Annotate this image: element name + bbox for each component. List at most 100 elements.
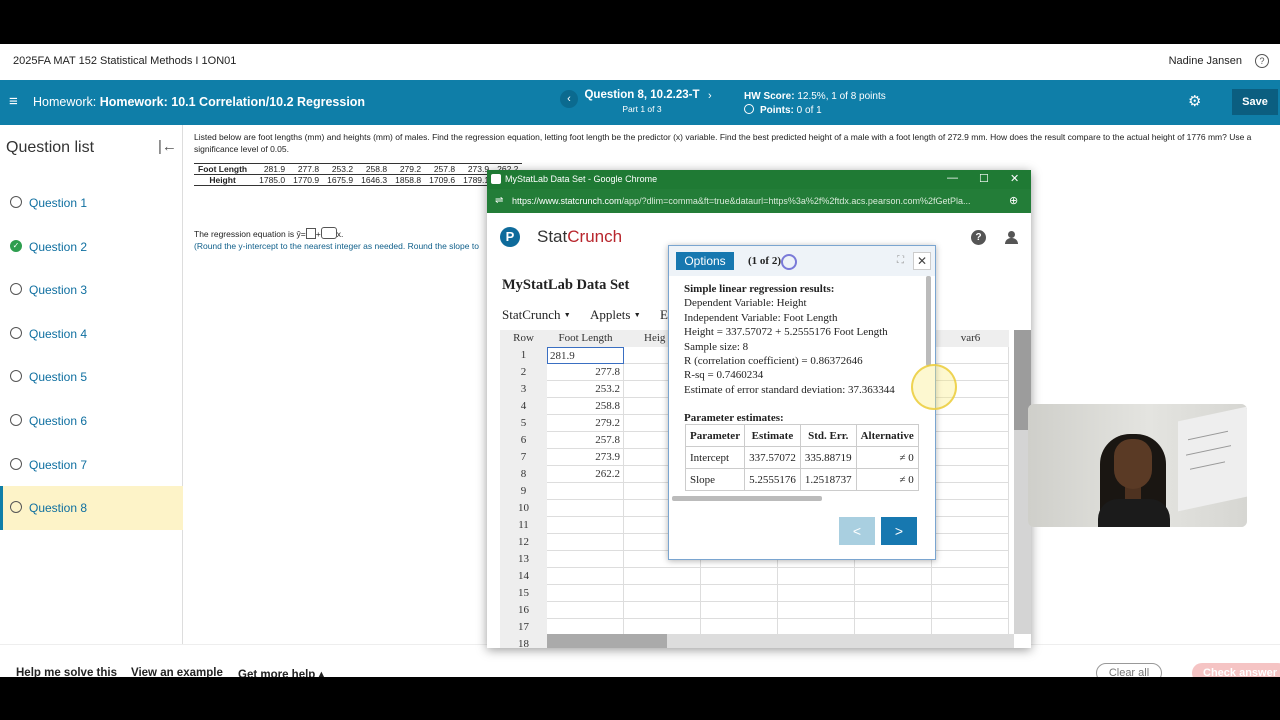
- user-icon[interactable]: [1004, 231, 1018, 245]
- row-header[interactable]: 13: [500, 551, 547, 568]
- grid-cell[interactable]: [624, 602, 701, 619]
- row-header[interactable]: 18: [500, 636, 547, 648]
- gear-icon[interactable]: ⚙: [1188, 92, 1201, 110]
- grid-cell[interactable]: 262.2: [547, 466, 624, 483]
- row-header[interactable]: 8: [500, 466, 547, 483]
- grid-cell[interactable]: [547, 500, 624, 517]
- grid-cell[interactable]: [932, 466, 1009, 483]
- sidebar-item-question-2[interactable]: ✓ Question 2: [0, 225, 183, 269]
- grid-cell[interactable]: [932, 449, 1009, 466]
- window-titlebar[interactable]: MyStatLab Data Set - Google Chrome — ☐ ✕: [487, 170, 1031, 189]
- dialog-horizontal-scrollbar[interactable]: [672, 496, 822, 501]
- grid-cell[interactable]: [932, 500, 1009, 517]
- grid-cell[interactable]: [701, 585, 778, 602]
- grid-cell[interactable]: [547, 551, 624, 568]
- address-bar[interactable]: ⇌ https://www.statcrunch.com/app/?dlim=c…: [487, 189, 1031, 213]
- slope-answer-box[interactable]: [320, 227, 337, 239]
- sidebar-item-question-3[interactable]: Question 3: [0, 268, 183, 312]
- zoom-icon[interactable]: ⊕: [1009, 194, 1018, 207]
- row-header[interactable]: 6: [500, 432, 547, 449]
- grid-cell[interactable]: [932, 432, 1009, 449]
- get-more-help-link[interactable]: Get more help ▴: [238, 667, 324, 677]
- next-page-button[interactable]: >: [881, 517, 917, 545]
- row-header[interactable]: 12: [500, 534, 547, 551]
- grid-cell[interactable]: [547, 483, 624, 500]
- grid-cell[interactable]: [932, 551, 1009, 568]
- sidebar-item-question-4[interactable]: Question 4: [0, 312, 183, 356]
- sidebar-item-question-5[interactable]: Question 5: [0, 355, 183, 399]
- grid-cell[interactable]: [932, 602, 1009, 619]
- grid-cell[interactable]: [932, 517, 1009, 534]
- row-header[interactable]: 5: [500, 415, 547, 432]
- user-name[interactable]: Nadine Jansen: [1169, 55, 1242, 67]
- help-icon[interactable]: ?: [971, 230, 986, 245]
- grid-horizontal-scrollbar[interactable]: [547, 634, 1014, 648]
- row-header[interactable]: 10: [500, 500, 547, 517]
- grid-cell[interactable]: [855, 568, 932, 585]
- close-dialog-icon[interactable]: ✕: [913, 252, 931, 270]
- grid-cell[interactable]: [932, 585, 1009, 602]
- grid-cell[interactable]: [547, 534, 624, 551]
- menu-icon[interactable]: ≡: [9, 93, 18, 110]
- sidebar-item-question-8[interactable]: Question 8: [0, 486, 183, 531]
- row-header[interactable]: 15: [500, 585, 547, 602]
- next-question-button[interactable]: ›: [708, 90, 712, 102]
- grid-cell[interactable]: 279.2: [547, 415, 624, 432]
- options-button[interactable]: Options: [676, 252, 734, 270]
- grid-cell[interactable]: 277.8: [547, 364, 624, 381]
- grid-cell[interactable]: [624, 585, 701, 602]
- row-header[interactable]: 17: [500, 619, 547, 636]
- grid-cell[interactable]: [624, 568, 701, 585]
- column-header[interactable]: Foot Length: [547, 330, 624, 347]
- grid-cell[interactable]: [778, 602, 855, 619]
- previous-page-button[interactable]: <: [839, 517, 875, 545]
- grid-cell[interactable]: [932, 483, 1009, 500]
- row-header[interactable]: 16: [500, 602, 547, 619]
- sidebar-item-question-6[interactable]: Question 6: [0, 399, 183, 443]
- menu-statcrunch[interactable]: StatCrunch ▼: [502, 307, 571, 323]
- grid-cell[interactable]: [932, 415, 1009, 432]
- sidebar-item-question-1[interactable]: Question 1: [0, 181, 183, 225]
- intercept-answer-box[interactable]: [305, 228, 316, 239]
- row-header[interactable]: 11: [500, 517, 547, 534]
- help-me-solve-link[interactable]: Help me solve this: [16, 667, 117, 677]
- collapse-panel-icon[interactable]: |←: [158, 138, 177, 155]
- sidebar-item-question-7[interactable]: Question 7: [0, 443, 183, 487]
- save-button[interactable]: Save: [1232, 89, 1278, 115]
- grid-cell[interactable]: [701, 602, 778, 619]
- grid-cell[interactable]: [932, 534, 1009, 551]
- grid-cell[interactable]: [547, 517, 624, 534]
- grid-cell[interactable]: 281.9: [547, 347, 624, 364]
- previous-question-button[interactable]: ‹: [560, 90, 578, 108]
- grid-cell[interactable]: [855, 585, 932, 602]
- maximize-icon[interactable]: ☐: [979, 172, 989, 185]
- grid-cell[interactable]: [778, 568, 855, 585]
- grid-cell[interactable]: [778, 585, 855, 602]
- grid-cell[interactable]: 258.8: [547, 398, 624, 415]
- grid-cell[interactable]: 253.2: [547, 381, 624, 398]
- row-header[interactable]: 3: [500, 381, 547, 398]
- expand-icon[interactable]: ⛶: [897, 255, 904, 266]
- grid-cell[interactable]: [547, 568, 624, 585]
- column-header[interactable]: var6: [932, 330, 1009, 347]
- grid-cell[interactable]: 257.8: [547, 432, 624, 449]
- menu-edit[interactable]: E: [660, 307, 668, 323]
- grid-cell[interactable]: [547, 585, 624, 602]
- row-header[interactable]: 4: [500, 398, 547, 415]
- minimize-icon[interactable]: —: [947, 172, 958, 184]
- site-settings-icon[interactable]: ⇌: [495, 195, 503, 206]
- check-answer-button[interactable]: Check answer: [1192, 663, 1280, 677]
- grid-cell[interactable]: [932, 568, 1009, 585]
- row-header[interactable]: 14: [500, 568, 547, 585]
- close-window-icon[interactable]: ✕: [1010, 172, 1019, 185]
- help-icon[interactable]: ?: [1255, 54, 1269, 68]
- column-header[interactable]: Row: [500, 330, 547, 347]
- grid-cell[interactable]: [932, 347, 1009, 364]
- grid-cell[interactable]: 273.9: [547, 449, 624, 466]
- row-header[interactable]: 1: [500, 347, 547, 364]
- row-header[interactable]: 9: [500, 483, 547, 500]
- row-header[interactable]: 2: [500, 364, 547, 381]
- grid-cell[interactable]: [701, 568, 778, 585]
- clear-all-button[interactable]: Clear all: [1096, 663, 1162, 677]
- row-header[interactable]: 7: [500, 449, 547, 466]
